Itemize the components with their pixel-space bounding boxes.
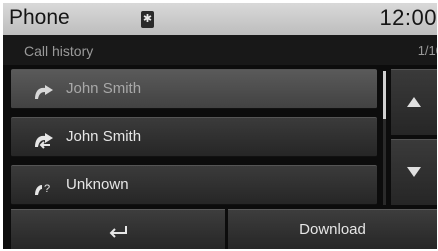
bottom-bar: Download	[3, 207, 437, 249]
phone-screen: Phone ✱ 12:00 Call history 1/10 John Smi…	[3, 3, 437, 249]
call-history-list: John Smith John Smith ? Unknown	[3, 65, 387, 207]
page-indicator: 1/10	[417, 43, 437, 58]
scroll-up-button[interactable]	[391, 69, 437, 135]
call-history-item[interactable]: ? Unknown	[11, 165, 377, 205]
subheader: Call history 1/10	[3, 35, 437, 65]
call-history-item[interactable]: John Smith	[11, 117, 377, 157]
download-button[interactable]: Download	[228, 209, 437, 249]
svg-text:?: ?	[44, 183, 50, 195]
scroll-thumb[interactable]	[383, 71, 386, 119]
back-button[interactable]	[11, 209, 225, 249]
section-title: Call history	[24, 43, 94, 59]
scroll-down-button[interactable]	[391, 139, 437, 205]
outgoing-call-icon	[35, 85, 53, 99]
contact-name: John Smith	[66, 128, 142, 145]
contact-name: Unknown	[66, 176, 129, 193]
scrollbar[interactable]	[383, 71, 386, 205]
arrow-up-icon	[407, 97, 421, 107]
app-title: Phone	[9, 6, 70, 29]
clock: 12:00	[379, 5, 437, 30]
bluetooth-icon: ✱	[141, 11, 154, 28]
incoming-call-icon	[35, 133, 53, 149]
missed-call-icon: ?	[35, 183, 50, 195]
status-bar: Phone ✱ 12:00	[3, 3, 437, 35]
call-history-item[interactable]: John Smith	[11, 69, 377, 109]
contact-name: John Smith	[66, 80, 142, 97]
back-icon	[109, 226, 127, 238]
download-label: Download	[299, 221, 366, 238]
arrow-down-icon	[407, 167, 421, 177]
